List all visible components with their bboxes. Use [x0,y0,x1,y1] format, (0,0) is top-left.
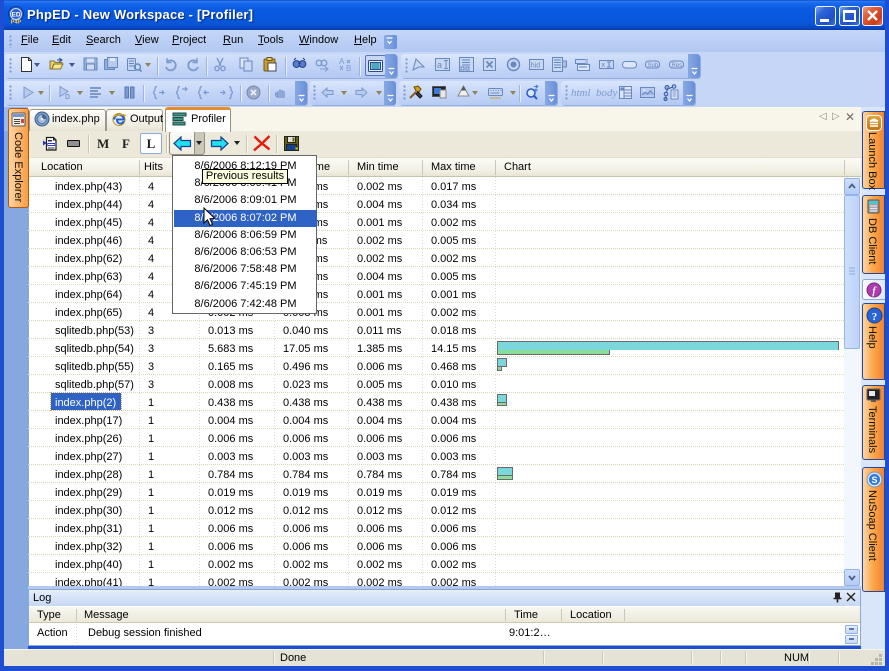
svg-text:A: A [339,57,345,66]
svg-text:?: ? [872,311,878,323]
svg-text:a: a [437,60,442,70]
svg-text:B: B [346,64,351,73]
svg-text:Sub: Sub [648,63,659,69]
svg-text:S: S [871,475,877,485]
svg-text:D: D [65,94,70,101]
svg-text:Res: Res [672,63,683,69]
svg-text:hid: hid [531,63,540,70]
svg-text:x: x [602,62,606,69]
svg-text:P4P: P4P [11,20,22,25]
svg-text:ED: ED [11,12,20,19]
